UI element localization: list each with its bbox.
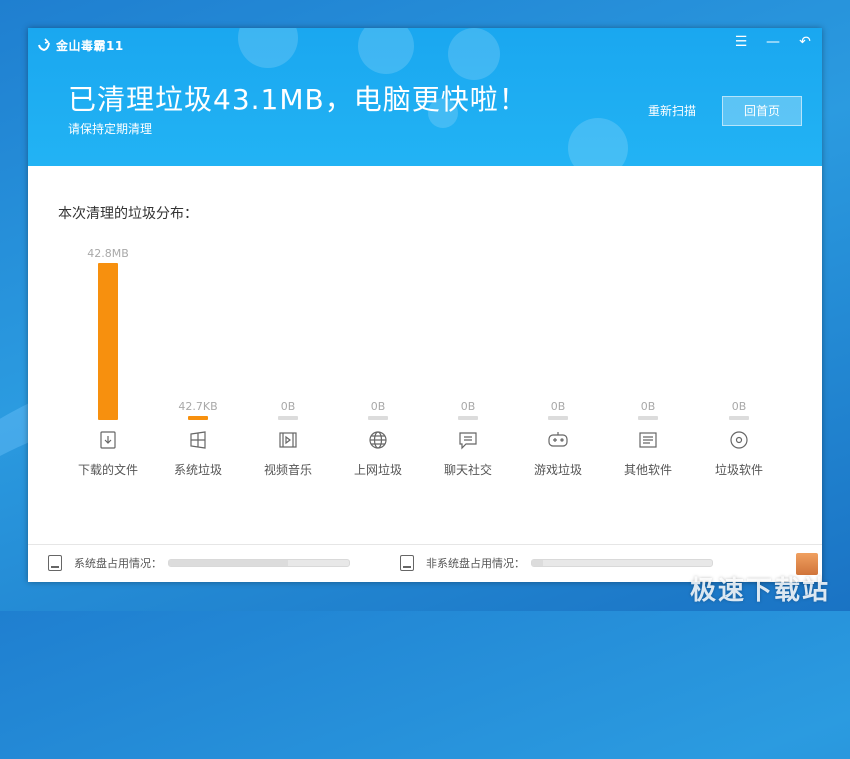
value-label-1: 42.7KB: [178, 400, 217, 413]
value-label-3: 0B: [371, 400, 386, 413]
category-label-3: 上网垃圾: [354, 462, 402, 477]
non-system-disk-label: 非系统盘占用情况：: [426, 557, 525, 570]
bar-0: [98, 263, 118, 420]
gamepad-icon: [548, 432, 568, 447]
category-label-5: 游戏垃圾: [534, 462, 582, 477]
value-label-2: 0B: [281, 400, 296, 413]
system-disk-bar: [168, 559, 350, 567]
system-disk-bar-fill: [169, 560, 288, 566]
disk-icon: [48, 555, 62, 571]
category-label-7: 垃圾软件: [715, 462, 763, 477]
bar-2: [278, 416, 298, 420]
bar-7: [729, 416, 749, 420]
bar-3: [368, 416, 388, 420]
category-label-6: 其他软件: [624, 463, 672, 477]
value-label-4: 0B: [461, 400, 476, 413]
system-disk-usage: 系统盘占用情况：: [48, 555, 350, 571]
video-icon: [279, 432, 297, 448]
windows-icon: [190, 431, 206, 449]
disc-icon: [730, 431, 748, 449]
watermark: 极速下载站: [689, 576, 830, 606]
bar-5: [548, 416, 568, 420]
software-icon: [639, 432, 657, 448]
value-label-6: 0B: [641, 400, 656, 413]
non-system-disk-bar: [531, 559, 713, 567]
download-file-icon: [100, 431, 116, 449]
bar-6: [638, 416, 658, 420]
bar-4: [458, 416, 478, 420]
system-disk-label: 系统盘占用情况：: [74, 557, 162, 570]
value-label-0: 42.8MB: [87, 247, 129, 260]
globe-icon: [369, 431, 387, 449]
category-label-4: 聊天社交: [444, 462, 492, 477]
non-system-disk-usage: 非系统盘占用情况：: [400, 555, 713, 571]
app-window: 金山毒霸11 ☰ — ↶ 已清理垃圾43.1MB，电脑更快啦！ 请保持定期清理 …: [28, 28, 822, 582]
category-label-2: 视频音乐: [264, 462, 312, 477]
category-label-0: 下载的文件: [78, 462, 138, 477]
category-label-1: 系统垃圾: [174, 462, 222, 477]
value-label-5: 0B: [551, 400, 566, 413]
chat-icon: [459, 432, 477, 450]
disk-icon: [400, 555, 414, 571]
non-system-disk-bar-fill: [532, 560, 543, 566]
bar-1: [188, 416, 208, 420]
value-label-7: 0B: [732, 400, 747, 413]
junk-distribution-chart: 42.8MB 下载的文件 42.7KB 系统垃圾 0B 视频音乐 0B 上网垃圾 0B 聊天社交 0…: [78, 247, 763, 477]
